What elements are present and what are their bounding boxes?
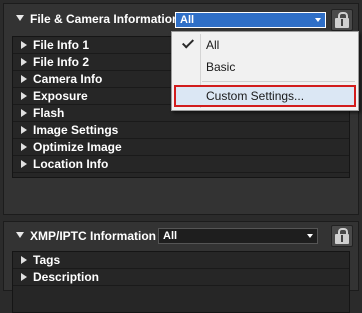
xmp-panel-header[interactable]: XMP/IPTC Information All [4, 222, 358, 252]
menu-item-label: All [206, 38, 220, 52]
list-item-label: Optimize Image [33, 140, 122, 154]
menu-separator [202, 81, 355, 82]
dropdown-caret-icon [315, 18, 321, 22]
list-item-label: Tags [33, 253, 61, 267]
list-item-label: Image Settings [33, 123, 119, 137]
expand-arrow-icon[interactable] [21, 58, 27, 66]
expand-arrow-icon[interactable] [21, 41, 27, 49]
list-item-label: Flash [33, 106, 65, 120]
list-item-description[interactable]: Description [13, 269, 349, 286]
file-info-lock-button[interactable] [331, 9, 353, 31]
filter-dropdown-menu: All Basic Custom Settings... [171, 31, 359, 111]
xmp-dropdown-value: All [163, 230, 178, 242]
expand-arrow-icon[interactable] [21, 273, 27, 281]
file-dropdown-value: All [180, 14, 195, 26]
expand-arrow-icon[interactable] [21, 109, 27, 117]
list-item-label: Location Info [33, 157, 109, 171]
expand-arrow-icon[interactable] [21, 126, 27, 134]
expand-arrow-icon[interactable] [21, 256, 27, 264]
list-item-label: Camera Info [33, 72, 103, 86]
list-item-tags[interactable]: Tags [13, 252, 349, 269]
collapse-arrow-icon[interactable] [16, 15, 24, 21]
menu-item-custom-settings[interactable]: Custom Settings... [174, 85, 356, 107]
expand-arrow-icon[interactable] [21, 75, 27, 83]
xmp-panel-title: XMP/IPTC Information [30, 229, 156, 243]
expand-arrow-icon[interactable] [21, 92, 27, 100]
list-item-label: Exposure [33, 89, 88, 103]
menu-item-label: Basic [206, 60, 236, 74]
list-item-label: File Info 1 [33, 38, 90, 52]
expand-arrow-icon[interactable] [21, 160, 27, 168]
collapse-arrow-icon[interactable] [16, 232, 24, 238]
xmp-info-list: Tags Description [12, 251, 350, 313]
file-panel-title: File & Camera Information [30, 12, 180, 26]
list-item-location-info[interactable]: Location Info [13, 156, 349, 173]
checkmark-icon [180, 36, 196, 52]
xmp-info-lock-button[interactable] [331, 225, 353, 247]
menu-item-basic[interactable]: Basic [172, 56, 358, 78]
menu-item-label: Custom Settings... [206, 89, 305, 103]
menu-item-all[interactable]: All [172, 34, 358, 56]
xmp-filter-dropdown[interactable]: All [158, 228, 318, 244]
lock-info-icon [335, 228, 349, 244]
xmp-iptc-info-panel: XMP/IPTC Information All Tags Descriptio… [3, 221, 359, 313]
list-item-image-settings[interactable]: Image Settings [13, 122, 349, 139]
file-panel-header[interactable]: File & Camera Information All [4, 4, 358, 34]
dropdown-caret-icon [307, 234, 313, 238]
list-item-optimize-image[interactable]: Optimize Image [13, 139, 349, 156]
expand-arrow-icon[interactable] [21, 143, 27, 151]
list-item-label: Description [33, 270, 100, 284]
lock-info-icon [335, 12, 349, 28]
file-info-filter-dropdown[interactable]: All [175, 12, 326, 28]
list-item-label: File Info 2 [33, 55, 90, 69]
